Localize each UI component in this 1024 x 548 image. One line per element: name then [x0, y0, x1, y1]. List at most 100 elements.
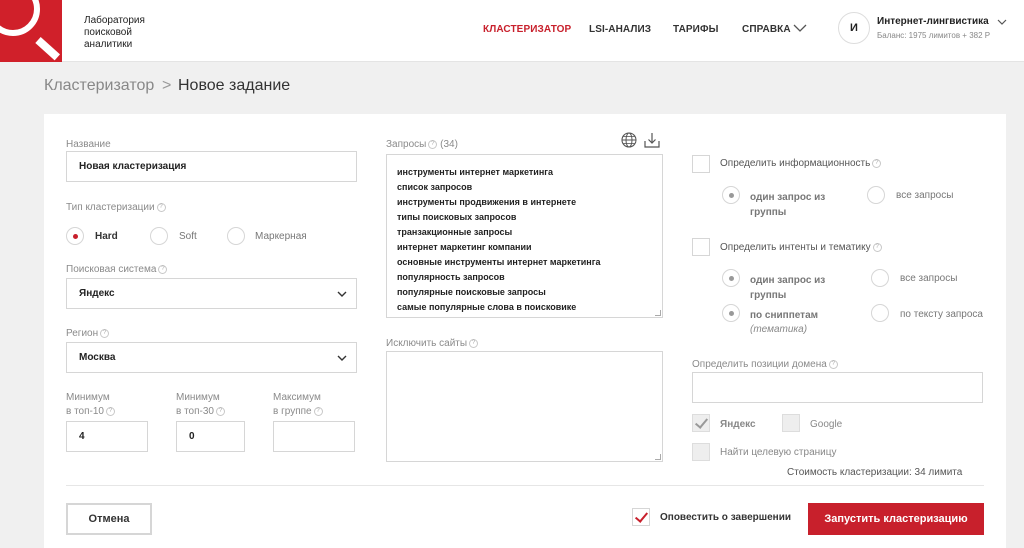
queries-list: инструменты интернет маркетинга список з…	[397, 165, 601, 315]
help-icon[interactable]: ?	[469, 339, 479, 348]
query-item: популярные поисковые запросы	[397, 287, 546, 297]
nav-lsi[interactable]: LSI-АНАЛИЗ	[589, 24, 651, 35]
min-top30-input[interactable]: 0	[176, 421, 245, 452]
help-icon[interactable]: ?	[872, 159, 882, 168]
min-top30-label: Минимум в топ-30?	[176, 391, 225, 419]
cluster-type-label: Тип кластеризации?	[66, 202, 166, 213]
intent-one-query-line-2: группы	[750, 290, 787, 301]
page-title: Новое задание	[178, 77, 291, 94]
queries-resize-handle[interactable]	[655, 310, 661, 316]
intent-snippets-line-2: (тематика)	[750, 324, 808, 335]
domain-input[interactable]	[692, 372, 983, 403]
download-icon[interactable]	[644, 132, 660, 148]
type-soft-label: Soft	[179, 231, 197, 242]
type-marker-label: Маркерная	[255, 231, 307, 242]
notify-label: Оповестить о завершении	[660, 512, 792, 523]
intent-query-text-radio[interactable]	[871, 304, 889, 322]
help-icon[interactable]: ?	[872, 243, 882, 252]
globe-icon[interactable]	[621, 132, 637, 148]
brand-line-1: Лаборатория	[84, 15, 145, 26]
intent-snippets-radio[interactable]	[722, 304, 740, 322]
type-hard-radio[interactable]	[66, 227, 84, 245]
domain-positions-label: Определить позиции домена?	[692, 359, 838, 370]
queries-count: (34)	[440, 139, 458, 150]
region-select[interactable]: Москва	[66, 342, 357, 373]
user-chevron-down-icon[interactable]	[997, 17, 1007, 27]
intent-label-text: Определить интенты и тематику	[720, 242, 871, 253]
queries-label: Запросы? (34)	[386, 139, 458, 150]
region-chevron-down-icon[interactable]	[337, 353, 347, 363]
help-icon[interactable]: ?	[100, 329, 110, 338]
name-label: Название	[66, 139, 111, 150]
brand-name[interactable]: Лаборатория поисковой аналитики	[84, 15, 184, 51]
help-icon[interactable]: ?	[158, 265, 168, 274]
help-icon[interactable]: ?	[156, 203, 166, 212]
intent-snippets-label: по сниппетам (тематика)	[750, 309, 818, 337]
info-one-query-label: один запрос из группы	[750, 190, 825, 220]
query-item: самые популярные слова в поисковике	[397, 302, 577, 312]
info-one-query-radio[interactable]	[722, 186, 740, 204]
intent-one-query-label: один запрос из группы	[750, 273, 825, 303]
info-one-query-line-2: группы	[750, 207, 787, 218]
run-clustering-button[interactable]: Запустить кластеризацию	[808, 503, 984, 535]
intent-one-query-line-1: один запрос из	[750, 275, 826, 286]
min-top30-label-line-2: в топ-30?	[176, 405, 225, 419]
engine-label-text: Поисковая система	[66, 264, 157, 275]
google-checkbox[interactable]	[782, 414, 800, 432]
min-top10-input[interactable]: 4	[66, 421, 148, 452]
yandex-checkbox[interactable]	[692, 414, 710, 432]
region-label-text: Регион	[66, 328, 99, 339]
logo-magnifier-icon[interactable]	[0, 0, 62, 62]
brand-line-2: поисковой	[84, 27, 132, 38]
query-item: типы поисковых запросов	[397, 212, 517, 222]
target-page-checkbox[interactable]	[692, 443, 710, 461]
brand-line-3: аналитики	[84, 39, 133, 50]
help-chevron-down-icon[interactable]	[793, 21, 807, 35]
nav-help[interactable]: СПРАВКА	[742, 24, 791, 35]
intent-one-query-radio[interactable]	[722, 269, 740, 287]
region-label: Регион?	[66, 328, 110, 339]
query-item: транзакционные запросы	[397, 227, 513, 237]
intent-all-queries-label: все запросы	[900, 273, 958, 284]
user-balance: Баланс: 1975 лимитов + 382 Р	[877, 31, 991, 40]
footer-divider	[66, 485, 984, 486]
query-item: популярность запросов	[397, 272, 505, 282]
cancel-button[interactable]: Отмена	[66, 503, 152, 535]
help-icon[interactable]: ?	[428, 140, 438, 149]
min-top10-label-line-2: в топ-10?	[66, 405, 115, 419]
cluster-type-label-text: Тип кластеризации	[66, 202, 155, 213]
max-group-label: Максимум в группе?	[273, 391, 323, 419]
exclude-resize-handle[interactable]	[655, 454, 661, 460]
intent-snippets-line-1: по сниппетам	[750, 310, 819, 321]
help-icon[interactable]: ?	[313, 407, 323, 416]
exclude-sites-textarea[interactable]	[386, 351, 663, 462]
intent-label: Определить интенты и тематику?	[720, 242, 882, 253]
help-icon[interactable]: ?	[216, 407, 225, 416]
info-checkbox[interactable]	[692, 155, 710, 173]
info-all-queries-radio[interactable]	[867, 186, 885, 204]
engine-label: Поисковая система?	[66, 264, 168, 275]
user-name[interactable]: Интернет-лингвистика	[877, 16, 989, 27]
name-input[interactable]: Новая кластеризация	[66, 151, 357, 182]
engine-chevron-down-icon[interactable]	[337, 289, 347, 299]
min-top30-label-line-1: Минимум	[176, 392, 220, 403]
intent-checkbox[interactable]	[692, 238, 710, 256]
max-group-label-line-2: в группе?	[273, 405, 323, 419]
nav-tariffs[interactable]: ТАРИФЫ	[673, 24, 718, 35]
top-header: Лаборатория поисковой аналитики КЛАСТЕРИ…	[0, 0, 1024, 62]
notify-checkbox[interactable]	[632, 508, 650, 526]
engine-select[interactable]: Яндекс	[66, 278, 357, 309]
breadcrumb-clusterizer-link[interactable]: Кластеризатор	[44, 77, 154, 95]
max-group-input[interactable]	[273, 421, 355, 452]
type-marker-radio[interactable]	[227, 227, 245, 245]
avatar[interactable]: И	[838, 12, 870, 44]
intent-query-text-label: по тексту запроса	[900, 309, 983, 320]
breadcrumb-separator: >	[162, 77, 172, 94]
intent-all-queries-radio[interactable]	[871, 269, 889, 287]
help-icon[interactable]: ?	[106, 407, 115, 416]
type-soft-radio[interactable]	[150, 227, 168, 245]
nav-clusterizer[interactable]: КЛАСТЕРИЗАТОР	[483, 24, 571, 35]
help-icon[interactable]: ?	[828, 360, 838, 369]
min-top10-label-line-1: Минимум	[66, 392, 110, 403]
info-label-text: Определить информационность	[720, 158, 871, 169]
